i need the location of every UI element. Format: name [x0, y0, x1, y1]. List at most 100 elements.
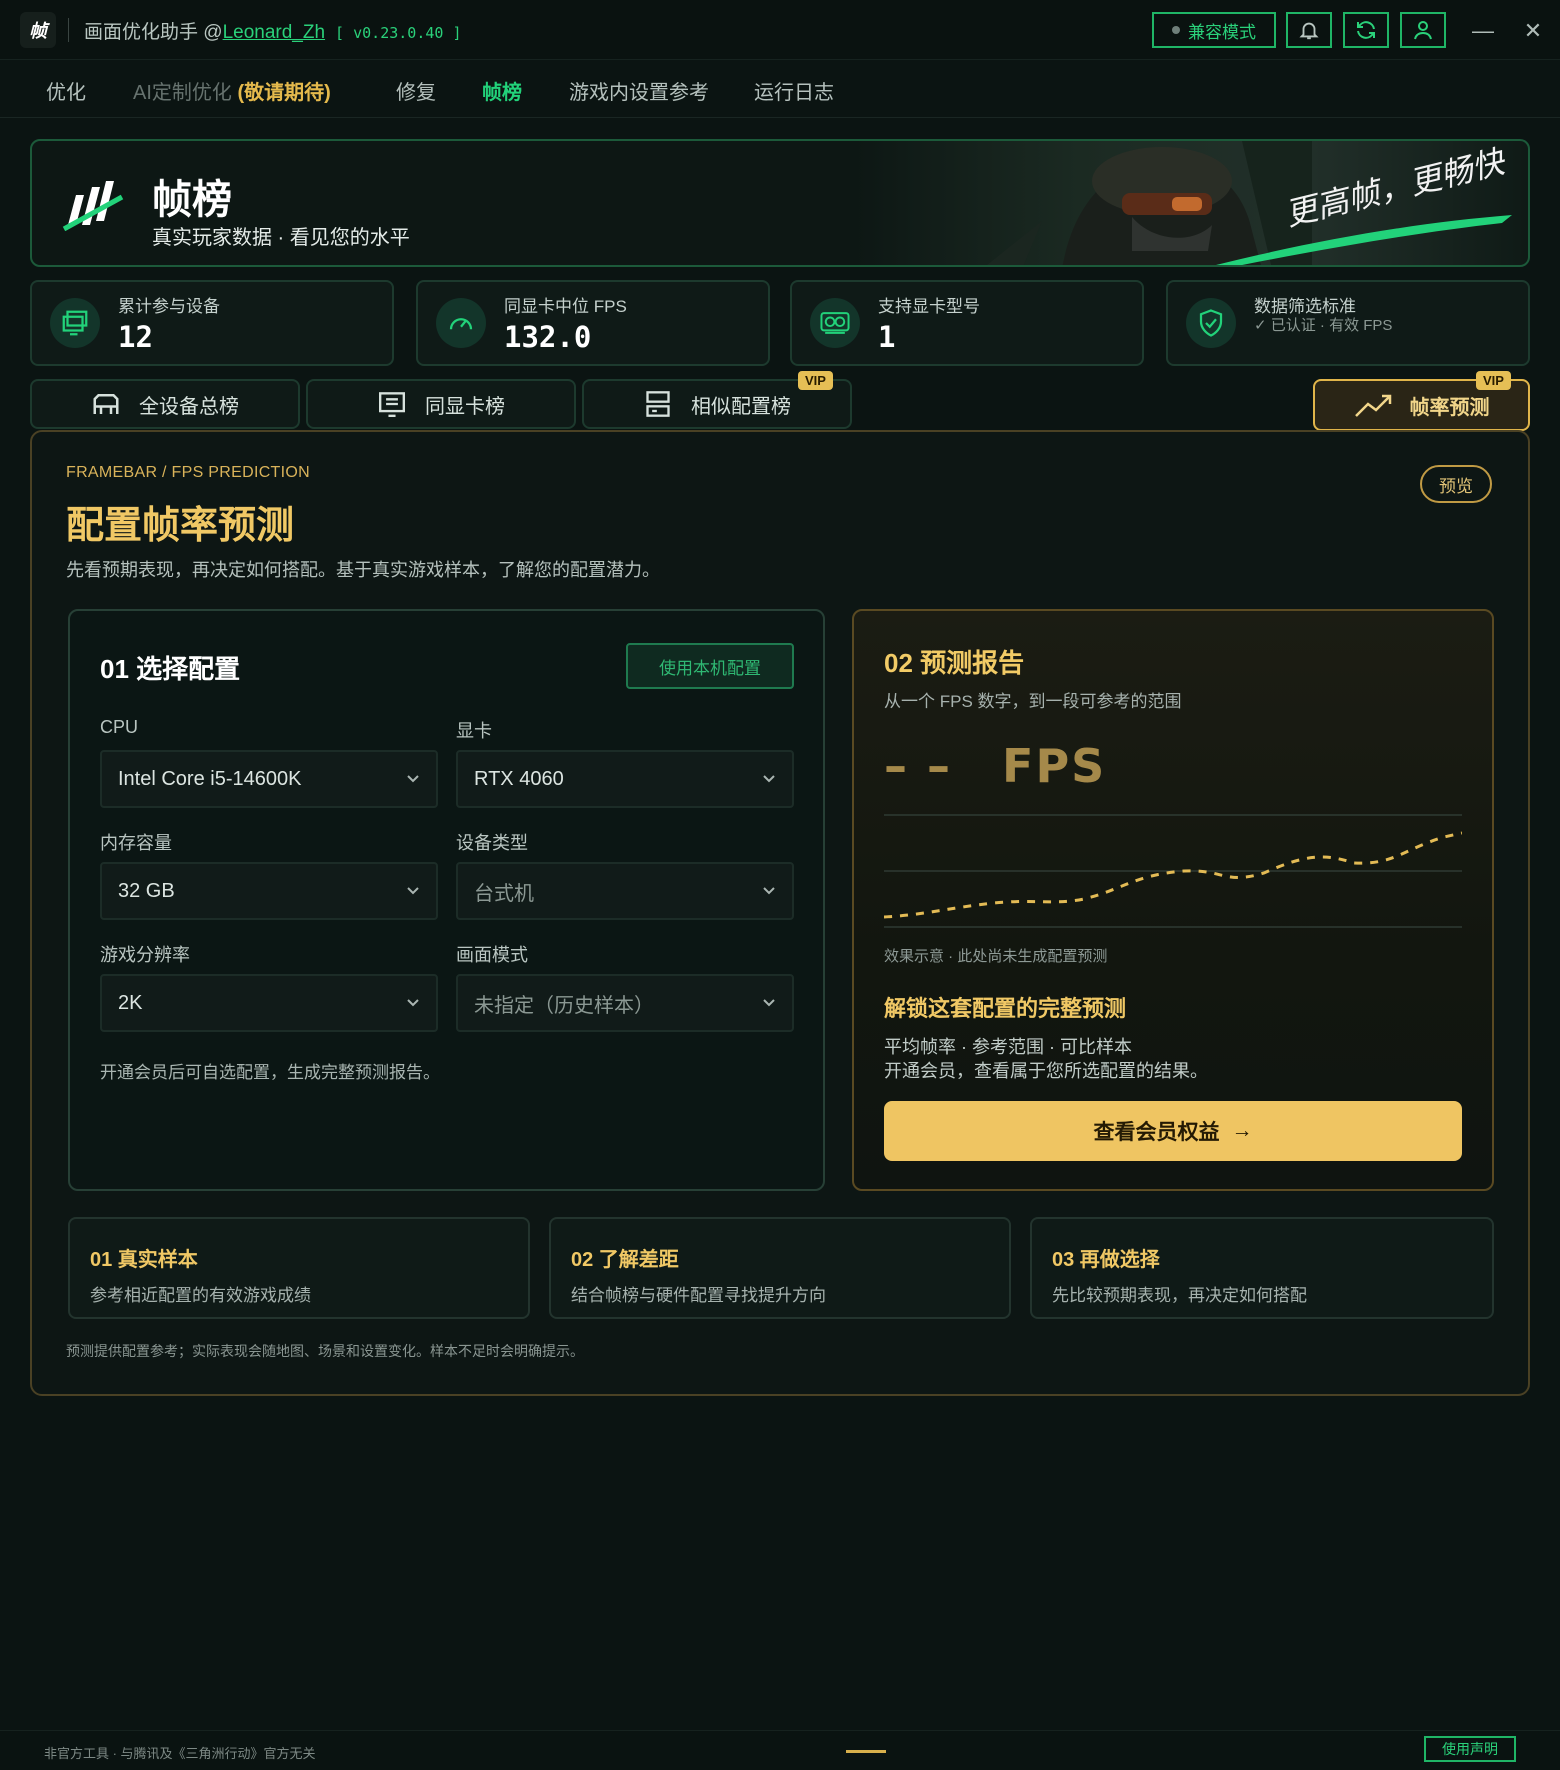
prediction-disclaimer: 预测提供配置参考；实际表现会随地图、场景和设置变化。样本不足时会明确提示。: [66, 1343, 584, 1359]
stat-filter-standard: 数据筛选标准 ✓ 已认证 · 有效 FPS: [1166, 280, 1530, 366]
stat-label: 累计参与设备: [118, 297, 220, 316]
drag-handle[interactable]: [846, 1750, 886, 1753]
unlock-title: 解锁这套配置的完整预测: [884, 996, 1127, 1021]
resolution-value: 2K: [118, 991, 143, 1014]
app-title: 画面优化助手 @Leonard_Zh [ v0.23.0.40 ]: [84, 17, 461, 44]
stat-total-devices: 累计参与设备 12: [30, 280, 394, 366]
use-local-config-button[interactable]: 使用本机配置: [626, 643, 794, 689]
preview-button[interactable]: 预览: [1420, 465, 1492, 503]
minimize-button[interactable]: —: [1468, 16, 1498, 46]
status-dot: [1172, 26, 1180, 34]
chevron-down-icon: [407, 999, 419, 1007]
close-icon: ✕: [1523, 18, 1543, 43]
cpu-value: Intel Core i5-14600K: [118, 767, 302, 790]
feature-card-real-samples: 01 真实样本 参考相近配置的有效游戏成绩: [68, 1217, 530, 1319]
config-section: 01 选择配置 使用本机配置 CPU Intel Core i5-14600K …: [68, 609, 825, 1191]
server-icon: [646, 391, 670, 417]
chart-dashed-line: [884, 831, 1462, 919]
button-label: 查看会员权益: [1093, 1121, 1220, 1144]
tab-label: 相似配置榜: [691, 395, 791, 418]
footer-notice: 非官方工具 · 与腾讯及《三角洲行动》官方无关: [44, 1746, 316, 1761]
tab-logs[interactable]: 运行日志: [754, 76, 834, 105]
version-label: [ v0.23.0.40 ]: [335, 24, 462, 42]
refresh-icon: [1357, 21, 1375, 39]
list-board-icon: [379, 392, 405, 417]
framebar-logo-icon: [62, 181, 124, 231]
tab-framebar[interactable]: 帧榜: [482, 76, 522, 105]
config-note: 开通会员后可自选配置，生成完整预测报告。: [100, 1063, 440, 1082]
chevron-down-icon: [407, 775, 419, 783]
stat-median-fps: 同显卡中位 FPS 132.0: [416, 280, 770, 366]
device-type-label: 设备类型: [456, 833, 528, 853]
username-link[interactable]: Leonard_Zh: [223, 22, 325, 43]
tab-label: 同显卡榜: [425, 395, 505, 418]
compat-label: 兼容模式: [1188, 22, 1256, 42]
stat-label: 支持显卡型号: [878, 297, 980, 316]
shield-check-icon: [1186, 298, 1236, 348]
tab-ingame-settings[interactable]: 游戏内设置参考: [569, 76, 709, 105]
unlock-line-1: 平均帧率 · 参考范围 · 可比样本: [884, 1037, 1132, 1057]
trend-up-icon: [1354, 394, 1391, 417]
gpu-select[interactable]: RTX 4060: [456, 750, 794, 808]
vip-badge: VIP: [798, 371, 833, 390]
feature-card-choose: 03 再做选择 先比较预期表现，再决定如何搭配: [1030, 1217, 1494, 1319]
tab-label: 帧率预测: [1409, 396, 1490, 419]
graphics-mode-select[interactable]: 未指定（历史样本）: [456, 974, 794, 1032]
notification-button[interactable]: [1286, 12, 1332, 48]
chevron-down-icon: [407, 887, 419, 895]
minimize-icon: —: [1472, 18, 1494, 43]
slogan-swoosh: [1216, 215, 1512, 265]
chevron-down-icon: [763, 887, 775, 895]
resolution-select[interactable]: 2K: [100, 974, 438, 1032]
account-button[interactable]: [1400, 12, 1446, 48]
card-desc: 结合帧榜与硬件配置寻找提升方向: [571, 1286, 826, 1305]
view-membership-button[interactable]: 查看会员权益 →: [884, 1101, 1462, 1161]
card-title: 01 真实样本: [90, 1249, 198, 1271]
report-subtitle: 从一个 FPS 数字，到一段可参考的范围: [884, 692, 1182, 711]
tab-ai-optimize[interactable]: AI定制优化 (敬请期待): [133, 76, 331, 105]
monitors-icon: [50, 298, 100, 348]
usage-statement-button[interactable]: 使用声明: [1424, 1736, 1516, 1762]
memory-label: 内存容量: [100, 833, 172, 853]
chevron-down-icon: [763, 775, 775, 783]
tab-same-gpu[interactable]: 同显卡榜: [306, 379, 576, 429]
card-title: 03 再做选择: [1052, 1249, 1160, 1271]
tab-label: 全设备总榜: [139, 395, 239, 418]
memory-select[interactable]: 32 GB: [100, 862, 438, 920]
tab-optimize[interactable]: 优化: [46, 76, 86, 105]
graphics-mode-value: 未指定（历史样本）: [474, 994, 654, 1017]
gpu-value: RTX 4060: [474, 767, 564, 790]
stat-subtext: ✓ 已认证 · 有效 FPS: [1254, 317, 1393, 334]
stat-value: 12: [118, 320, 153, 354]
page-description: 先看预期表现，再决定如何搭配。基于真实游戏样本，了解您的配置潜力。: [66, 560, 660, 580]
sample-trend-chart: [884, 814, 1462, 928]
chevron-down-icon: [763, 999, 775, 1007]
page-title: 配置帧率预测: [66, 505, 295, 547]
vip-badge: VIP: [1476, 371, 1511, 390]
tab-repair[interactable]: 修复: [396, 76, 436, 105]
app-title-prefix: 画面优化助手 @: [84, 22, 223, 43]
stat-value: 1: [878, 320, 896, 354]
memory-value: 32 GB: [118, 879, 175, 902]
card-title: 02 了解差距: [571, 1249, 679, 1271]
fps-placeholder: – –: [884, 739, 953, 793]
device-type-select[interactable]: 台式机: [456, 862, 794, 920]
card-desc: 先比较预期表现，再决定如何搭配: [1052, 1286, 1307, 1305]
couch-icon: [93, 394, 119, 414]
config-heading: 01 选择配置: [100, 654, 241, 684]
close-button[interactable]: ✕: [1518, 16, 1548, 46]
card-desc: 参考相近配置的有效游戏成绩: [90, 1286, 311, 1305]
unlock-line-2: 开通会员，查看属于您所选配置的结果。: [884, 1061, 1208, 1081]
tab-ai-label: AI定制优化: [133, 82, 232, 104]
stat-value: 132.0: [504, 320, 592, 354]
banner-title: 帧榜: [152, 178, 232, 222]
compat-mode-button[interactable]: 兼容模式: [1152, 12, 1276, 48]
cpu-label: CPU: [100, 717, 139, 737]
cpu-select[interactable]: Intel Core i5-14600K: [100, 750, 438, 808]
fps-readout: – – FPS: [884, 739, 1106, 793]
title-bar: 帧 画面优化助手 @Leonard_Zh[ v0.23.0.40 ] 兼容模式 …: [0, 0, 1560, 60]
device-type-value: 台式机: [474, 882, 534, 905]
refresh-button[interactable]: [1343, 12, 1389, 48]
tab-all-devices[interactable]: 全设备总榜: [30, 379, 300, 429]
chart-note: 效果示意 · 此处尚未生成配置预测: [884, 948, 1108, 965]
